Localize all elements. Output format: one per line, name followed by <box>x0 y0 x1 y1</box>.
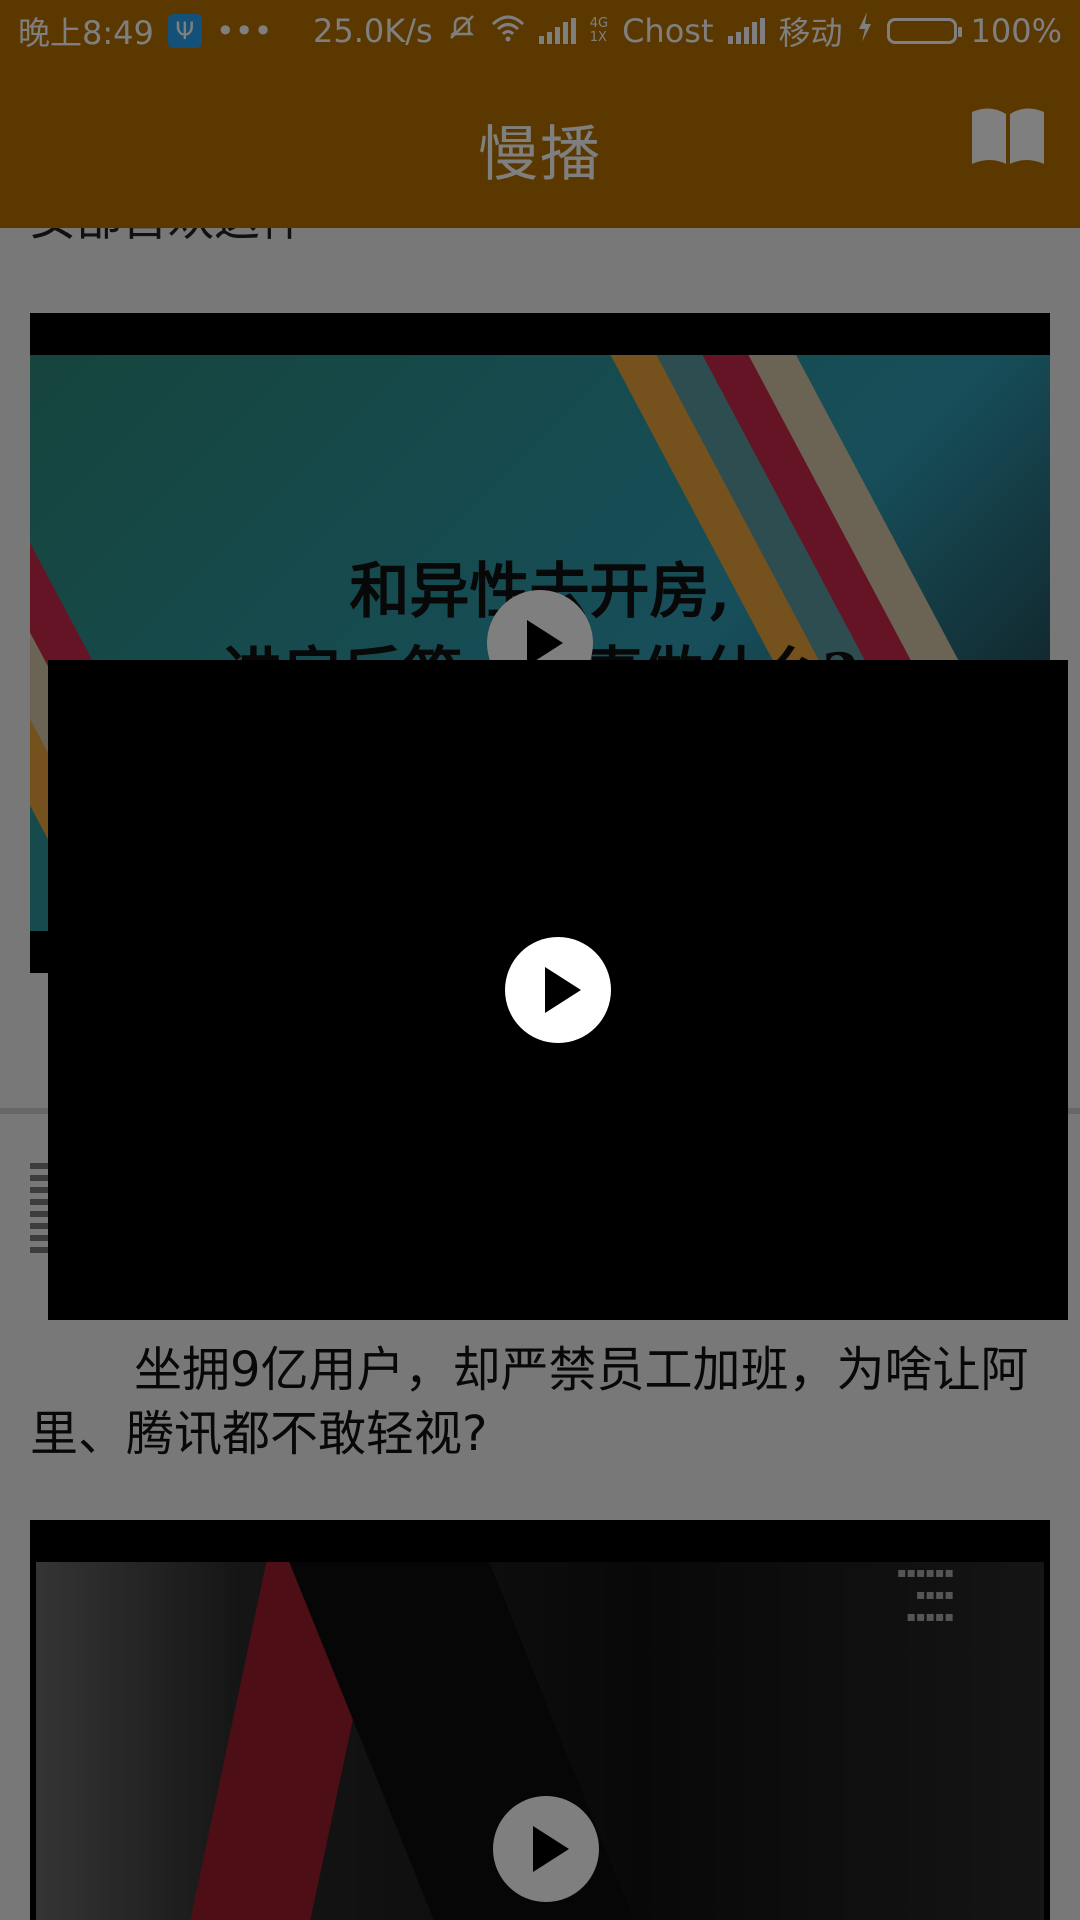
play-icon[interactable] <box>505 937 611 1043</box>
floating-video-player[interactable] <box>48 660 1068 1320</box>
